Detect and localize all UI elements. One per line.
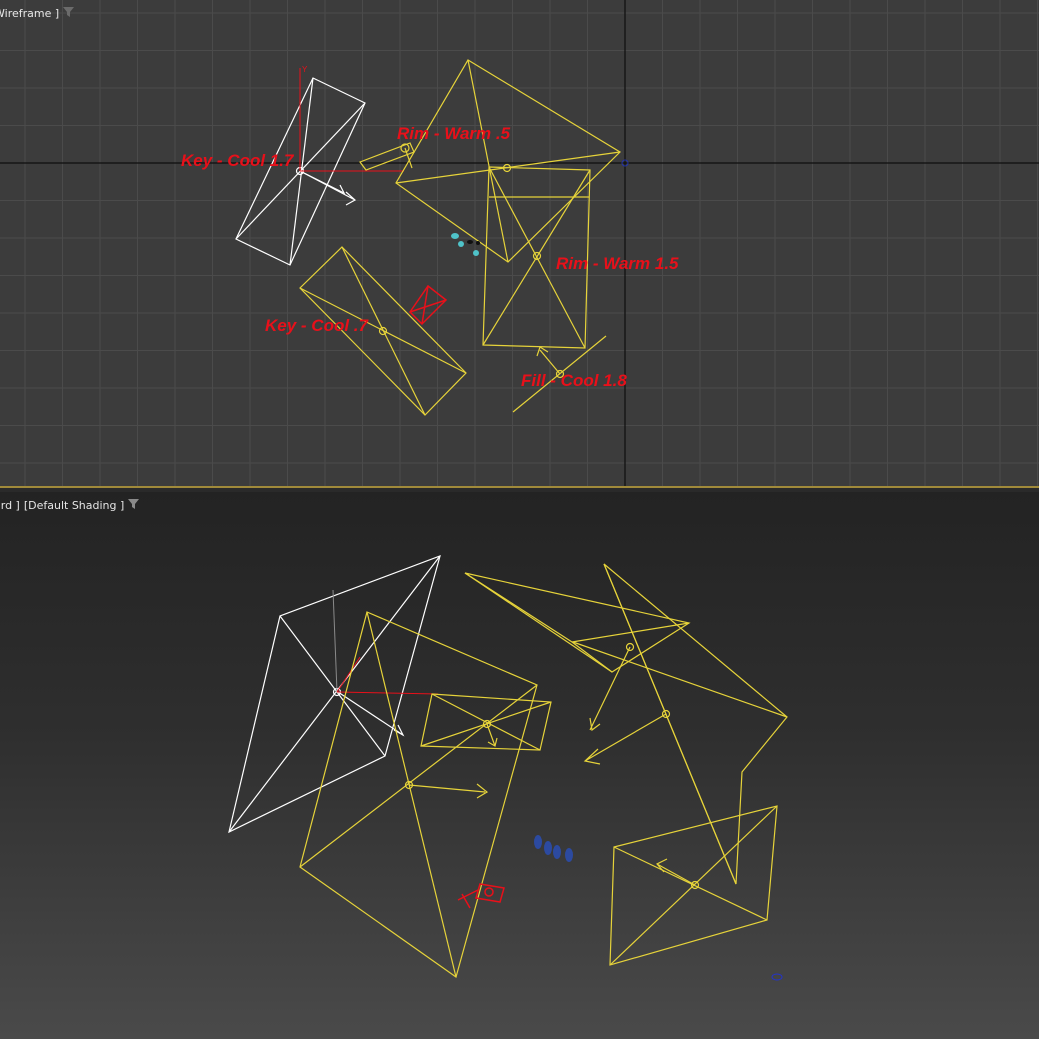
light-label: Key - Cool .7 (265, 316, 370, 335)
viewport-label: ard ] [Default Shading ] (0, 498, 140, 512)
viewport-grid (0, 0, 1039, 486)
character-figures[interactable] (451, 233, 480, 256)
svg-text:Y: Y (302, 65, 308, 74)
light-small-center-perspective[interactable] (420, 693, 552, 751)
light-label: Key - Cool 1.7 (181, 151, 295, 170)
light-upper-right-b-perspective[interactable] (572, 563, 788, 885)
light-rim-warm-1-5-large[interactable] (395, 59, 621, 263)
target-helper[interactable] (771, 973, 783, 981)
transform-gizmo-perspective[interactable] (332, 589, 439, 695)
light-key-cool-1-7-perspective[interactable] (228, 555, 441, 834)
3d-app-window: Y Key - Cool 1.7 Rim - Warm .5 Rim - War… (0, 0, 1039, 1039)
top-viewport-canvas[interactable]: Y Key - Cool 1.7 Rim - Warm .5 Rim - War… (0, 0, 1039, 486)
viewport-label: Wireframe ] (0, 6, 75, 20)
shading-mode-menu[interactable]: Wireframe ] (0, 7, 59, 20)
shading-mode-menu[interactable]: [Default Shading ] (24, 499, 124, 512)
view-mode-menu[interactable]: ard ] (0, 499, 20, 512)
light-label: Fill - Cool 1.8 (521, 371, 627, 390)
light-upper-right-a-perspective[interactable] (464, 572, 691, 732)
character-figures-perspective[interactable] (534, 835, 573, 862)
perspective-viewport[interactable]: ard ] [Default Shading ] (0, 492, 1039, 1039)
funnel-icon[interactable] (63, 6, 75, 20)
funnel-icon[interactable] (128, 498, 140, 512)
light-lower-right-perspective[interactable] (609, 805, 778, 966)
camera-object[interactable] (409, 284, 448, 326)
light-label: Rim - Warm 1.5 (556, 254, 679, 273)
top-viewport[interactable]: Y Key - Cool 1.7 Rim - Warm .5 Rim - War… (0, 0, 1039, 486)
light-label: Rim - Warm .5 (397, 124, 511, 143)
perspective-viewport-canvas[interactable] (0, 492, 1039, 1039)
